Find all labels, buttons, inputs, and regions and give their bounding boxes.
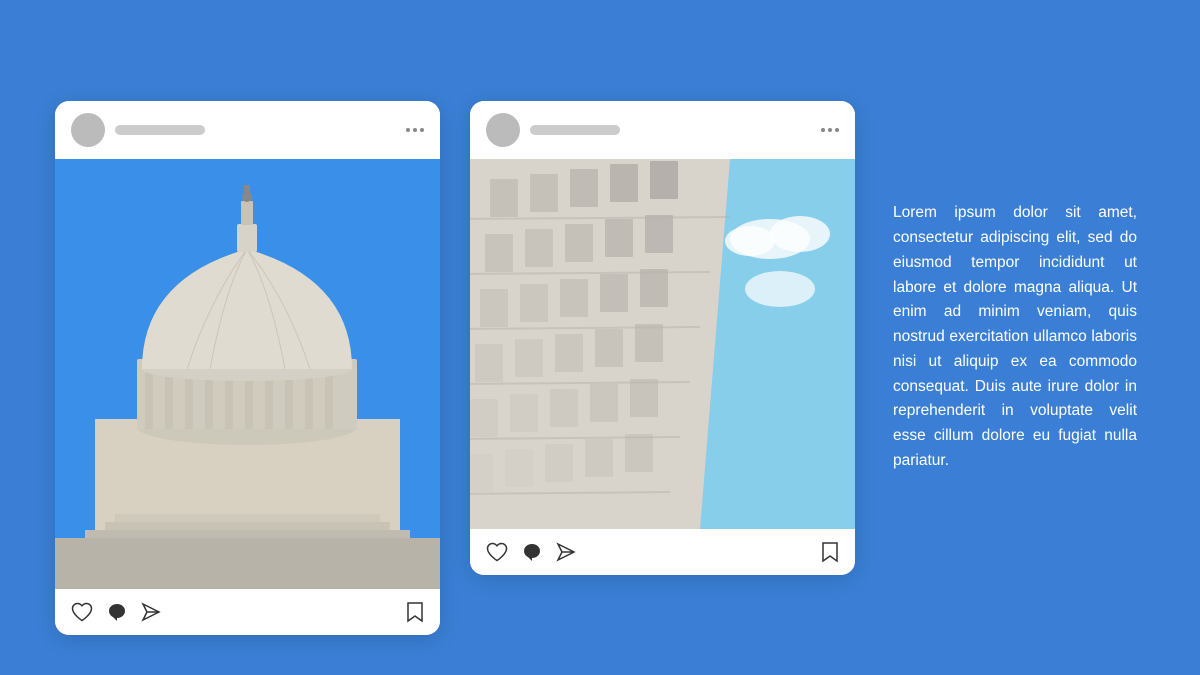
like-button-right[interactable] [486,542,508,562]
save-button-right[interactable] [821,541,839,563]
comment-button-right[interactable] [522,542,542,562]
main-layout: Lorem ipsum dolor sit amet, consectetur … [30,28,1170,648]
dots-menu-right[interactable] [821,128,839,132]
dot4 [821,128,825,132]
card-left-footer [55,589,440,635]
comment-button-left[interactable] [107,602,127,622]
card-right [470,101,855,575]
card-left-header [55,101,440,159]
dots-menu-left[interactable] [406,128,424,132]
card-left [55,101,440,635]
avatar-right [486,113,520,147]
dot3 [420,128,424,132]
save-button-left[interactable] [406,601,424,623]
card-left-image [55,159,440,589]
share-button-right[interactable] [556,542,576,562]
dot2 [413,128,417,132]
footer-icons-left-card1 [71,602,161,622]
card-right-footer [470,529,855,575]
card-right-header-left [486,113,620,147]
avatar-left [71,113,105,147]
card-right-image [470,159,855,529]
like-button-left[interactable] [71,602,93,622]
card-right-header [470,101,855,159]
username-bar-right [530,125,620,135]
share-button-left[interactable] [141,602,161,622]
lorem-ipsum-text: Lorem ipsum dolor sit amet, consectetur … [893,201,1137,474]
footer-icons-left-card2 [486,542,576,562]
dot1 [406,128,410,132]
dot6 [835,128,839,132]
dot5 [828,128,832,132]
card-left-header-left [71,113,205,147]
text-panel: Lorem ipsum dolor sit amet, consectetur … [885,201,1145,474]
username-bar-left [115,125,205,135]
